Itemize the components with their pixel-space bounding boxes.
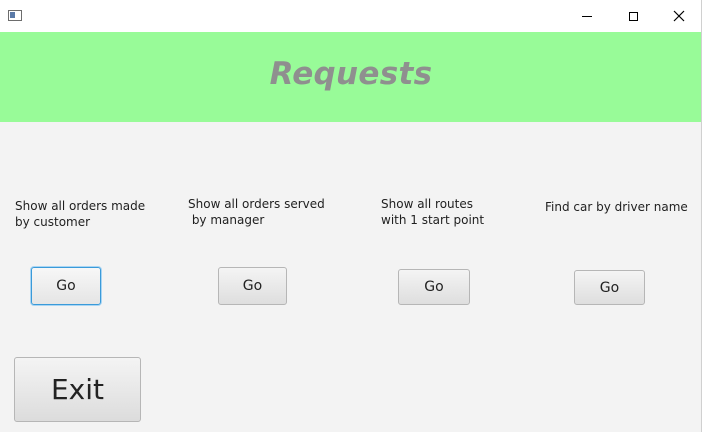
minimize-button[interactable] — [564, 0, 610, 32]
exit-button[interactable]: Exit — [14, 357, 141, 422]
close-icon — [673, 10, 685, 22]
app-window: Requests Show all orders made by custome… — [0, 0, 702, 432]
go-button-car-by-driver[interactable]: Go — [574, 270, 645, 305]
go-button-orders-by-customer[interactable]: Go — [31, 267, 101, 305]
minimize-icon — [582, 15, 592, 17]
request-label-orders-by-manager: Show all orders served by manager — [188, 197, 325, 227]
page-title: Requests — [269, 56, 433, 92]
go-button-orders-by-manager[interactable]: Go — [218, 267, 287, 305]
go-button-routes-start-point[interactable]: Go — [398, 269, 470, 305]
close-button[interactable] — [656, 0, 701, 32]
request-label-car-by-driver: Find car by driver name — [545, 200, 688, 214]
maximize-icon — [628, 11, 638, 21]
maximize-button[interactable] — [610, 0, 656, 32]
title-bar — [0, 0, 701, 32]
request-label-orders-by-customer: Show all orders made by customer — [15, 199, 146, 229]
app-icon — [8, 10, 22, 21]
request-label-routes-start-point: Show all routes with 1 start point — [381, 197, 485, 227]
